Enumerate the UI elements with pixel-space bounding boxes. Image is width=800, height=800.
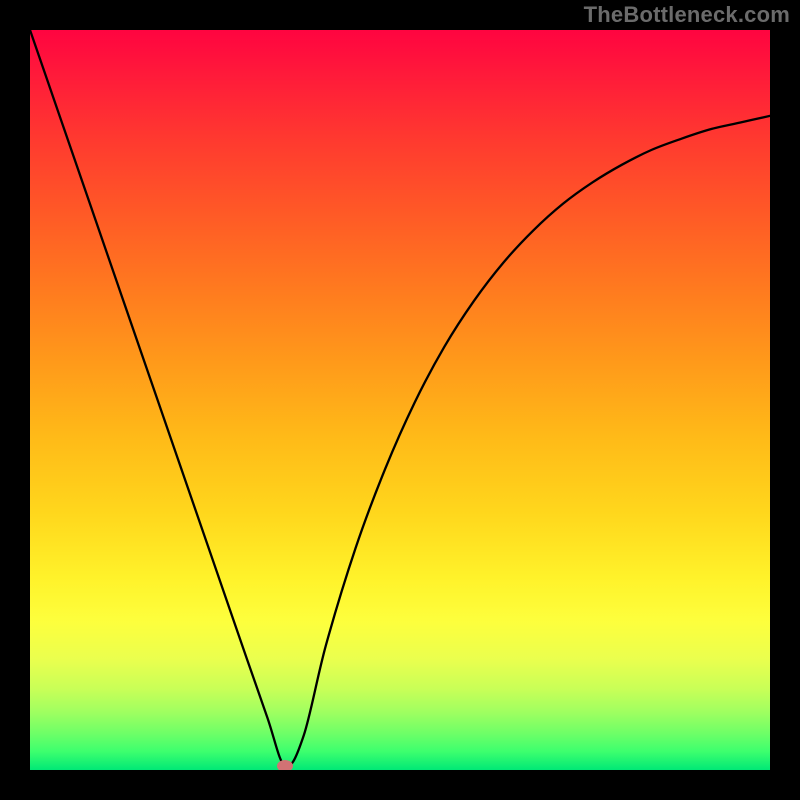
gradient-background [30, 30, 770, 770]
bottleneck-chart [30, 30, 770, 770]
watermark-text: TheBottleneck.com [584, 2, 790, 28]
chart-frame: TheBottleneck.com [0, 0, 800, 800]
plot-area [30, 30, 770, 770]
